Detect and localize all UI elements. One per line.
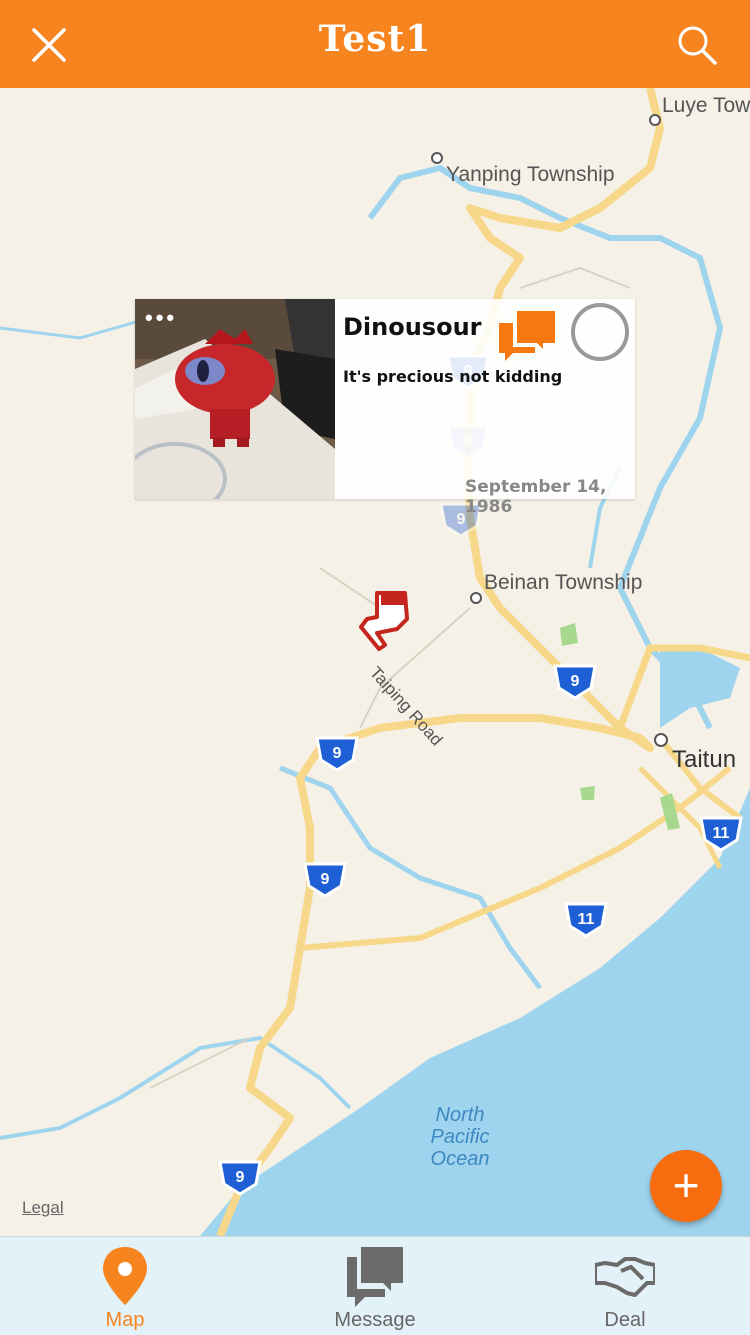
map-pin-icon xyxy=(103,1247,147,1305)
legal-link[interactable]: Legal xyxy=(22,1198,64,1218)
place-label: Yanping Township xyxy=(446,163,615,186)
map-canvas xyxy=(0,88,750,1236)
tab-bar: Map Message Deal xyxy=(0,1236,750,1335)
chat-bubbles-icon[interactable] xyxy=(495,303,559,365)
ocean-label: North Pacific Ocean xyxy=(415,1104,505,1170)
ocean-label-line: North xyxy=(435,1104,485,1126)
shield-label: 9 xyxy=(236,1169,245,1186)
route-shield-icon: 11 xyxy=(564,902,608,938)
shield-label: 9 xyxy=(321,871,330,888)
route-shield-icon: 9 xyxy=(218,1160,262,1196)
ocean-label-line: Pacific xyxy=(430,1126,490,1148)
search-icon[interactable] xyxy=(672,20,722,70)
place-label: Beinan Township xyxy=(484,571,643,594)
tab-label: Deal xyxy=(604,1309,646,1331)
page-title: Test1 xyxy=(318,18,432,60)
message-icon xyxy=(347,1247,403,1307)
empty-circle-icon[interactable] xyxy=(569,301,631,363)
map-view[interactable]: 9 9 9 9 9 11 11 9 9 Luye Tow Yanping Tow… xyxy=(0,88,750,1236)
tab-label: Map xyxy=(105,1309,145,1331)
item-title: Dinousour xyxy=(343,313,482,341)
shield-label: 11 xyxy=(713,825,730,842)
app-header: Test1 xyxy=(0,0,750,88)
tab-label: Message xyxy=(334,1309,416,1331)
pointing-hand-icon[interactable] xyxy=(357,589,413,653)
tab-deal[interactable]: Deal xyxy=(500,1237,750,1335)
item-photo[interactable]: ••• xyxy=(135,299,335,499)
item-card[interactable]: ••• Dinousour It's precious not kidding … xyxy=(135,299,635,517)
handshake-icon xyxy=(595,1257,655,1297)
tab-message[interactable]: Message xyxy=(250,1237,500,1335)
route-shield-icon: 9 xyxy=(315,736,359,772)
ellipsis-icon[interactable]: ••• xyxy=(145,307,177,329)
route-shield-icon: 9 xyxy=(303,862,347,898)
tab-map[interactable]: Map xyxy=(0,1237,250,1335)
item-description: It's precious not kidding xyxy=(343,367,563,386)
place-label: Taitun xyxy=(672,746,737,773)
place-label: Luye Tow xyxy=(662,94,750,117)
shield-label: 9 xyxy=(333,745,342,762)
route-shield-icon: 9 xyxy=(553,664,597,700)
item-date: September 14, 1986 xyxy=(465,477,607,517)
route-shield-icon: 11 xyxy=(699,816,743,852)
shield-label: 11 xyxy=(578,911,595,928)
ocean-label-line: Ocean xyxy=(430,1148,490,1170)
add-button[interactable]: + xyxy=(650,1150,722,1222)
shield-label: 9 xyxy=(571,673,580,690)
